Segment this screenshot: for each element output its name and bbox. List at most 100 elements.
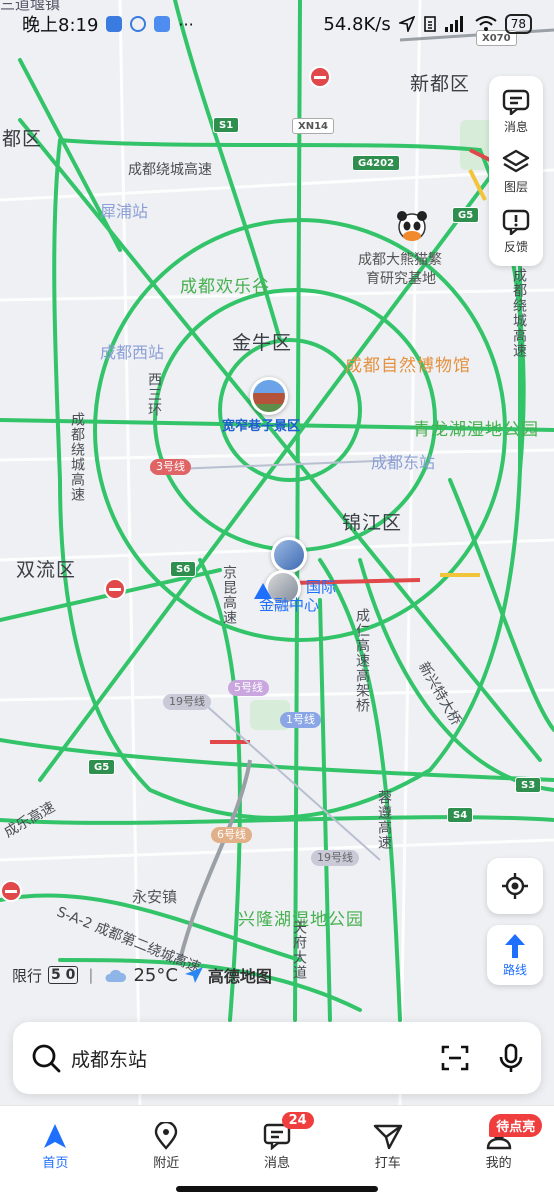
panda-poi-icon[interactable] bbox=[394, 207, 430, 243]
road-label: 天府大道 bbox=[291, 920, 307, 980]
tool-label: 反馈 bbox=[503, 240, 528, 254]
station-label: 犀浦站 bbox=[100, 202, 149, 221]
tool-label: 图层 bbox=[503, 180, 528, 194]
message-count-badge: 24 bbox=[281, 1112, 314, 1129]
nav-label: 我的 bbox=[485, 1156, 512, 1171]
kuanzhai-poi-marker[interactable] bbox=[250, 377, 288, 415]
town-label: 永安镇 bbox=[132, 888, 178, 906]
road-shield: G5 bbox=[88, 759, 116, 775]
road-shield: S4 bbox=[447, 807, 474, 823]
voice-icon[interactable] bbox=[499, 1043, 523, 1073]
sim-icon bbox=[423, 16, 436, 32]
district-label: 双流区 bbox=[16, 559, 77, 581]
battery-indicator: 78 bbox=[504, 14, 532, 34]
road-shield: G4202 bbox=[352, 155, 401, 171]
district-label: 金牛区 bbox=[232, 332, 293, 354]
feedback-icon bbox=[502, 209, 530, 235]
road-shield: XN14 bbox=[292, 118, 334, 134]
nav-label: 打车 bbox=[374, 1156, 401, 1171]
nav-label: 消息 bbox=[263, 1156, 290, 1171]
metro-line-tag: 1号线 bbox=[280, 712, 321, 728]
wifi-icon bbox=[475, 16, 497, 31]
divider: | bbox=[88, 966, 94, 984]
district-label: 锦江区 bbox=[342, 512, 403, 534]
road-label: 蓉遵高速 bbox=[376, 790, 392, 850]
poi-label: 金融中心 bbox=[259, 596, 320, 614]
app-notification-icon bbox=[106, 16, 123, 32]
location-pin-icon bbox=[154, 1122, 178, 1150]
poi-label: 成都大熊猫繁 bbox=[358, 252, 442, 268]
metro-line-tag: 19号线 bbox=[163, 694, 211, 710]
nav-label: 首页 bbox=[42, 1156, 69, 1171]
road-shield: G5 bbox=[452, 207, 480, 223]
locate-me-button[interactable] bbox=[487, 858, 543, 914]
map-tools-panel: 消息 图层 反馈 bbox=[489, 76, 543, 266]
station-label: 成都西站 bbox=[100, 343, 165, 362]
no-entry-icon bbox=[309, 66, 331, 88]
layers-icon bbox=[502, 149, 530, 173]
metro-line-tag: 19号线 bbox=[311, 850, 359, 866]
map-canvas[interactable]: 新都区 都区 金牛区 锦江区 双流区 三道堰镇 成都欢乐谷 成都自然博物馆 青龙… bbox=[0, 0, 554, 1105]
scan-icon[interactable] bbox=[441, 1044, 469, 1072]
road-label: 成都绕城高速 bbox=[511, 268, 527, 358]
network-speed: 54.8K/s bbox=[323, 13, 391, 35]
route-arrow-icon bbox=[505, 933, 525, 958]
brand-name: 高德地图 bbox=[207, 967, 272, 986]
metro-line-tag: 6号线 bbox=[211, 827, 252, 843]
taxi-icon bbox=[373, 1124, 402, 1150]
nav-profile[interactable]: 我的 待点亮 bbox=[443, 1106, 554, 1200]
nav-home[interactable]: 首页 bbox=[0, 1106, 111, 1200]
photo-marker[interactable] bbox=[271, 537, 307, 573]
message-icon bbox=[502, 89, 530, 115]
poi-label: 成都自然博物馆 bbox=[345, 356, 471, 376]
status-time: 晚上8:19 bbox=[22, 15, 99, 36]
map-info-row: 限行 5 0 | 25°C 高德地图 bbox=[12, 963, 272, 987]
search-input[interactable]: 成都东站 bbox=[71, 1045, 441, 1072]
poi-label: 青龙湖湿地公园 bbox=[413, 420, 539, 440]
road-label: 成仁高速高架桥 bbox=[354, 608, 370, 713]
metro-line-tag: 5号线 bbox=[228, 680, 269, 696]
location-arrow-icon bbox=[398, 16, 415, 32]
road-label: 成都绕城高速 bbox=[69, 412, 85, 502]
no-entry-icon bbox=[104, 578, 126, 600]
signal-icon bbox=[444, 16, 463, 32]
search-bar[interactable]: 成都东站 bbox=[13, 1022, 541, 1094]
temperature[interactable]: 25°C bbox=[133, 965, 177, 986]
restriction-label[interactable]: 限行 bbox=[12, 965, 42, 986]
more-notifications-icon: ··· bbox=[178, 14, 194, 34]
tool-message-button[interactable]: 消息 bbox=[489, 82, 543, 142]
road-label: 西三环 bbox=[146, 372, 162, 417]
station-label: 成都东站 bbox=[371, 453, 436, 472]
nav-label: 附近 bbox=[153, 1156, 180, 1171]
amap-brand: 高德地图 bbox=[184, 963, 272, 987]
profile-badge: 待点亮 bbox=[489, 1114, 543, 1137]
metro-line-tag: 3号线 bbox=[150, 459, 191, 475]
road-shield: S3 bbox=[515, 777, 542, 793]
poi-label: 国际 bbox=[306, 578, 337, 596]
district-label: 新都区 bbox=[410, 73, 471, 95]
cloud-icon bbox=[105, 969, 127, 982]
amap-logo-icon bbox=[184, 967, 203, 983]
search-icon bbox=[32, 1044, 61, 1073]
road-shield: S1 bbox=[213, 117, 240, 133]
status-bar: 晚上8:19 ··· 54.8K/s 78 bbox=[0, 0, 554, 48]
restriction-plate-numbers[interactable]: 5 0 bbox=[48, 966, 79, 984]
app-notification-icon bbox=[130, 16, 147, 32]
route-button[interactable]: 路线 bbox=[487, 925, 543, 985]
route-button-label: 路线 bbox=[502, 962, 527, 977]
road-shield: S6 bbox=[170, 561, 197, 577]
road-label: 成都绕城高速 bbox=[128, 162, 212, 178]
home-indicator[interactable] bbox=[176, 1186, 378, 1192]
navigation-arrow-icon bbox=[44, 1124, 67, 1148]
road-label: 京昆高速 bbox=[221, 565, 237, 625]
poi-label: 宽窄巷子景区 bbox=[222, 419, 301, 434]
tool-layers-button[interactable]: 图层 bbox=[489, 142, 543, 202]
poi-label: 成都欢乐谷 bbox=[180, 277, 270, 297]
crosshair-icon bbox=[502, 873, 528, 899]
tool-feedback-button[interactable]: 反馈 bbox=[489, 202, 543, 262]
no-entry-icon bbox=[0, 880, 22, 902]
app-notification-icon bbox=[154, 16, 171, 32]
tool-label: 消息 bbox=[503, 120, 528, 134]
district-label: 都区 bbox=[2, 128, 43, 150]
poi-label: 育研究基地 bbox=[366, 271, 436, 287]
